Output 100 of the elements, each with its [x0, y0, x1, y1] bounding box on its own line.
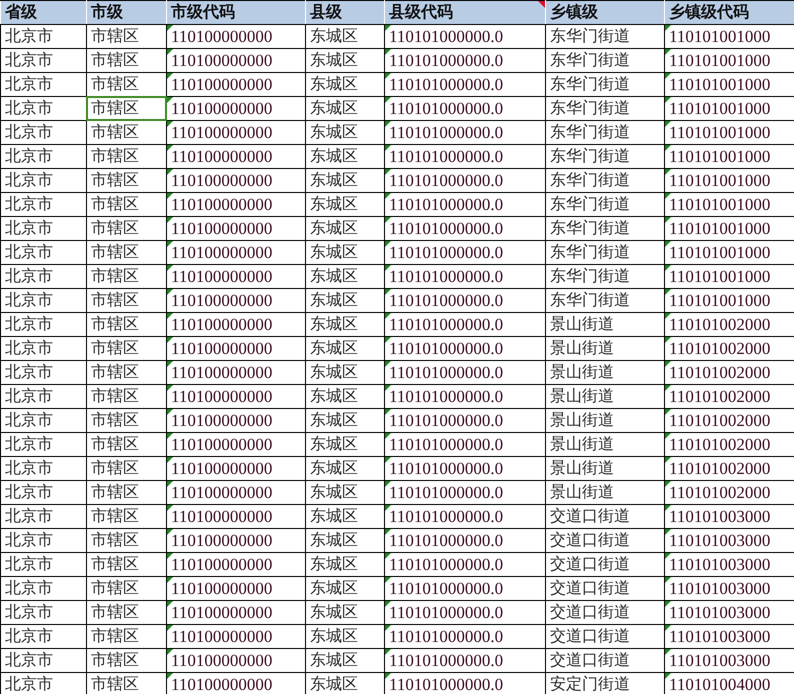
table-cell: 110101000000.0 — [389, 170, 504, 190]
error-indicator-icon — [665, 193, 671, 199]
table-cell: 110100000000 — [171, 26, 272, 46]
table-cell: 110101000000.0 — [389, 242, 504, 262]
table-cell: 东城区 — [310, 434, 358, 453]
table-cell: 东华门街道 — [550, 146, 630, 165]
error-indicator-icon — [167, 505, 173, 511]
error-indicator-icon — [167, 409, 173, 415]
table-cell: 东华门街道 — [550, 98, 630, 117]
table-cell: 东华门街道 — [550, 170, 630, 189]
table-cell: 景山街道 — [550, 434, 614, 453]
table-cell: 东华门街道 — [550, 242, 630, 261]
error-indicator-icon — [167, 193, 173, 199]
table-cell: 110100000000 — [171, 434, 272, 454]
table-cell: 东城区 — [310, 98, 358, 117]
table-cell: 110101000000.0 — [389, 362, 504, 382]
table-cell: 东城区 — [310, 194, 358, 213]
error-indicator-icon — [665, 361, 671, 367]
table-cell: 110101000000.0 — [389, 578, 504, 598]
table-cell: 东华门街道 — [550, 290, 630, 309]
table-cell: 110100000000 — [171, 122, 272, 142]
error-indicator-icon — [665, 601, 671, 607]
table-cell: 交道口街道 — [550, 578, 630, 597]
table-cell: 东城区 — [310, 650, 358, 669]
table-cell: 北京市 — [5, 194, 53, 213]
table-cell: 北京市 — [5, 242, 53, 261]
table-cell: 交道口街道 — [550, 554, 630, 573]
table-cell: 110101003000 — [669, 602, 770, 622]
error-indicator-icon — [385, 433, 391, 439]
table-cell: 北京市 — [5, 50, 53, 69]
error-indicator-icon — [385, 73, 391, 79]
table-cell: 交道口街道 — [550, 602, 630, 621]
error-indicator-icon — [385, 481, 391, 487]
table-cell: 110100000000 — [171, 410, 272, 430]
table-cell: 110101003000 — [669, 506, 770, 526]
table-cell: 东城区 — [310, 626, 358, 645]
table-cell: 110100000000 — [171, 650, 272, 670]
table-cell: 北京市 — [5, 170, 53, 189]
column-header: 县级代码 — [389, 2, 453, 21]
table-cell: 东华门街道 — [550, 50, 630, 69]
table-cell: 110101003000 — [669, 650, 770, 670]
error-indicator-icon — [665, 97, 671, 103]
table-cell: 110101002000 — [669, 386, 770, 406]
table-cell: 东城区 — [310, 506, 358, 525]
table-cell: 110100000000 — [171, 146, 272, 166]
table-cell: 东城区 — [310, 578, 358, 597]
error-indicator-icon — [665, 25, 671, 31]
error-indicator-icon — [665, 553, 671, 559]
error-indicator-icon — [385, 337, 391, 343]
table-cell: 市辖区 — [91, 338, 139, 357]
table-cell: 110101001000 — [669, 218, 770, 238]
table-cell: 市辖区 — [91, 626, 139, 645]
error-indicator-icon — [665, 73, 671, 79]
error-indicator-icon — [167, 169, 173, 175]
error-indicator-icon — [385, 49, 391, 55]
table-cell: 110101001000 — [669, 290, 770, 310]
table-cell: 安定门街道 — [550, 674, 630, 693]
table-cell: 北京市 — [5, 674, 53, 693]
table-cell: 110100000000 — [171, 578, 272, 598]
table-cell: 110100000000 — [171, 50, 272, 70]
table-cell: 北京市 — [5, 314, 53, 333]
table-cell: 北京市 — [5, 122, 53, 141]
table-cell: 市辖区 — [91, 602, 139, 621]
table-cell: 市辖区 — [91, 242, 139, 261]
table-cell: 110101000000.0 — [389, 650, 504, 670]
error-indicator-icon — [167, 217, 173, 223]
table-cell: 110100000000 — [171, 98, 272, 118]
table-cell: 110101000000.0 — [389, 26, 504, 46]
error-indicator-icon — [385, 313, 391, 319]
error-indicator-icon — [167, 601, 173, 607]
error-indicator-icon — [665, 505, 671, 511]
error-indicator-icon — [665, 385, 671, 391]
table-cell: 110100000000 — [171, 554, 272, 574]
table-cell: 北京市 — [5, 554, 53, 573]
table-cell: 市辖区 — [91, 122, 139, 141]
table-cell: 110101000000.0 — [389, 266, 504, 286]
table-cell: 110100000000 — [171, 266, 272, 286]
table-cell: 110101000000.0 — [389, 98, 504, 118]
table-cell: 东城区 — [310, 122, 358, 141]
table-cell: 北京市 — [5, 266, 53, 285]
table-cell: 110101000000.0 — [389, 194, 504, 214]
error-indicator-icon — [385, 289, 391, 295]
table-cell: 北京市 — [5, 362, 53, 381]
table-cell: 市辖区 — [91, 554, 139, 573]
table-cell: 市辖区 — [91, 434, 139, 453]
table-cell: 市辖区 — [91, 26, 139, 45]
table-cell: 市辖区 — [91, 506, 139, 525]
error-indicator-icon — [167, 73, 173, 79]
error-indicator-icon — [167, 121, 173, 127]
table-cell: 东华门街道 — [550, 266, 630, 285]
table-cell: 110101002000 — [669, 338, 770, 358]
table-cell: 东华门街道 — [550, 26, 630, 45]
table-cell: 北京市 — [5, 458, 53, 477]
error-indicator-icon — [385, 385, 391, 391]
table-cell: 北京市 — [5, 602, 53, 621]
selected-cell-outline[interactable] — [86, 96, 167, 121]
table-cell: 110101000000.0 — [389, 218, 504, 238]
error-indicator-icon — [385, 457, 391, 463]
table-cell: 110101000000.0 — [389, 410, 504, 430]
table-cell: 东城区 — [310, 602, 358, 621]
